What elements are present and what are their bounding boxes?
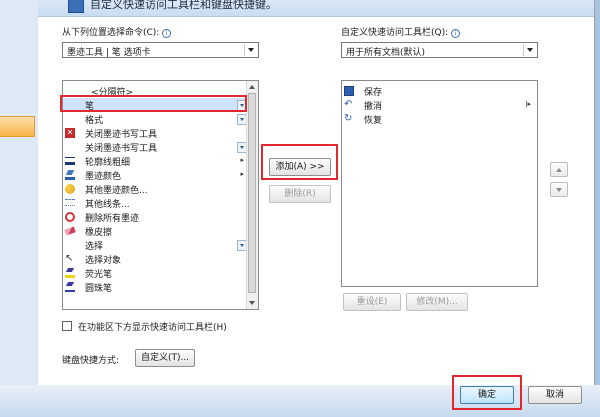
keyboard-shortcut-label: 键盘快捷方式: xyxy=(62,356,120,366)
ok-button-highlight xyxy=(452,375,522,410)
chevron-down-icon xyxy=(556,188,562,192)
list-item[interactable]: 关闭墨迹书写工具 xyxy=(63,140,258,154)
list-item[interactable]: ✕ 关闭墨迹书写工具 xyxy=(63,126,258,140)
list-item[interactable]: 橡皮擦 xyxy=(63,224,258,238)
commands-source-combo[interactable]: 墨迹工具 | 笔 选项卡 xyxy=(62,42,259,58)
list-item[interactable]: 其他墨迹颜色... xyxy=(63,182,258,196)
commands-source-value: 墨迹工具 | 笔 选项卡 xyxy=(67,48,151,58)
ballpoint-icon xyxy=(65,282,75,292)
move-down-button[interactable] xyxy=(550,182,568,197)
dialog-header: 自定义快速访问工具栏和键盘快捷键。 xyxy=(38,0,594,17)
pen-color-icon xyxy=(65,170,75,180)
toolbar-icon xyxy=(68,0,84,13)
scroll-up-icon[interactable] xyxy=(249,85,255,89)
close-red-icon: ✕ xyxy=(65,128,75,138)
info-icon: i xyxy=(162,29,172,38)
show-below-ribbon-checkbox[interactable] xyxy=(62,321,72,331)
list-item[interactable]: 删除所有墨迹 xyxy=(63,210,258,224)
submenu-arrow-icon: ▸ xyxy=(240,170,244,178)
delete-ink-icon xyxy=(65,212,75,222)
line-weight-icon xyxy=(65,157,75,165)
customize-qat-label: 自定义快速访问工具栏(Q): i xyxy=(341,25,461,38)
reset-button[interactable]: 重设(E) xyxy=(343,293,401,311)
chevron-down-icon[interactable] xyxy=(523,44,536,56)
chevron-down-icon[interactable] xyxy=(244,44,257,56)
lines-icon xyxy=(65,199,75,206)
list-item[interactable]: ↶ 撤消 |▸ xyxy=(342,98,537,113)
scroll-down-icon[interactable] xyxy=(249,301,255,305)
highlighter-icon xyxy=(65,268,75,278)
remove-button[interactable]: 删除(R) xyxy=(269,185,331,203)
eraser-icon xyxy=(64,226,76,236)
cursor-icon: ↖ xyxy=(65,253,74,264)
cancel-button[interactable]: 取消 xyxy=(528,386,582,404)
list-item[interactable]: 其他线条... xyxy=(63,196,258,210)
choose-commands-label: 从下列位置选择命令(C): i xyxy=(62,25,172,38)
modify-button[interactable]: 修改(M)... xyxy=(406,293,468,311)
list-item[interactable]: 保存 xyxy=(342,84,537,98)
dialog-title: 自定义快速访问工具栏和键盘快捷键。 xyxy=(90,0,277,11)
scrollbar-thumb[interactable] xyxy=(248,93,256,293)
list-item[interactable]: ↖ 选择对象 xyxy=(63,252,258,267)
qat-scope-combo[interactable]: 用于所有文档(默认) xyxy=(341,42,538,58)
selected-item-highlight xyxy=(60,95,247,112)
list-item[interactable]: 圆珠笔 xyxy=(63,280,258,294)
redo-icon: ↻ xyxy=(344,113,353,124)
commands-list-scrollbar[interactable] xyxy=(246,81,258,309)
submenu-arrow-icon: ▸ xyxy=(240,156,244,164)
save-icon xyxy=(344,86,354,96)
list-item[interactable]: 选择 xyxy=(63,238,258,252)
list-item[interactable]: 荧光笔 xyxy=(63,266,258,280)
palette-icon xyxy=(65,184,75,194)
background-ribbon-tab xyxy=(0,116,35,137)
add-button-highlight xyxy=(261,144,338,180)
undo-icon: ↶ xyxy=(344,99,353,110)
list-item[interactable]: ↻ 恢复 xyxy=(342,112,537,127)
list-item[interactable]: 轮廓线粗细 ▸ xyxy=(63,154,258,168)
dialog-panel: 自定义快速访问工具栏和键盘快捷键。 从下列位置选择命令(C): i 墨迹工具 |… xyxy=(38,0,595,385)
commands-list[interactable]: <分隔符> 笔 格式 ✕ 关闭墨迹书写工具 关闭墨迹书写工具 轮廓线粗细 ▸ 墨… xyxy=(62,80,259,310)
show-below-ribbon-label: 在功能区下方显示快速访问工具栏(H) xyxy=(78,323,227,333)
list-item[interactable]: 格式 xyxy=(63,112,258,126)
list-item[interactable]: 墨迹颜色 ▸ xyxy=(63,168,258,182)
move-up-button[interactable] xyxy=(550,162,568,177)
qat-scope-value: 用于所有文档(默认) xyxy=(346,48,426,58)
chevron-up-icon xyxy=(556,168,562,172)
background-window-strip xyxy=(0,0,39,417)
info-icon: i xyxy=(451,29,461,38)
qat-list[interactable]: 保存 ↶ 撤消 |▸ ↻ 恢复 xyxy=(341,80,538,287)
customize-shortcut-button[interactable]: 自定义(T)... xyxy=(135,349,195,367)
split-divider-icon: |▸ xyxy=(525,100,531,108)
